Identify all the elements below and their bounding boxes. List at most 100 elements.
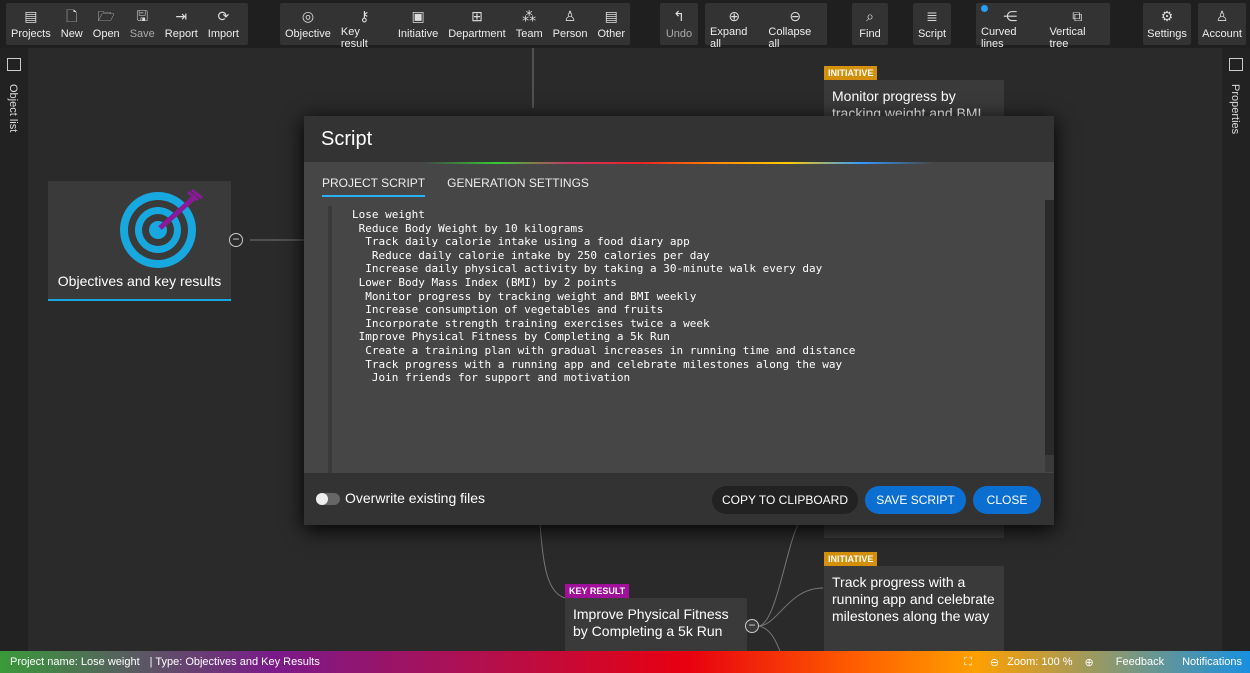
properties-label: Properties [1229,84,1241,135]
key-result-badge: KEY RESULT [565,584,630,598]
script-dialog: Script PROJECT SCRIPT GENERATION SETTING… [304,116,1054,525]
department-button[interactable]: ⊞ Department [443,3,510,45]
import-button[interactable]: ⟳ Import [203,3,244,45]
account-button[interactable]: ♙ Account [1197,3,1247,45]
script-button[interactable]: ≣ Script [913,3,951,45]
toolbar: ▤ Projects 🗋 New 🗁 Open 🖫 Save ⇥ Report ⟳ Impo… [0,0,1250,50]
folder-icon: 🗁 [97,8,115,24]
save-button[interactable]: 🖫 Save [125,3,160,45]
label: Projects [11,28,51,40]
gear-icon: ⚙ [1160,8,1174,24]
projects-icon: ▤ [24,8,38,24]
object-list-panel[interactable]: Object list [0,48,28,651]
create-group: ◎ Objective ⚷ Key result ▣ Initiative ⊞ Depa… [280,3,630,50]
collapse-toggle-icon[interactable]: − [745,619,759,633]
minus-circle-icon: ⊖ [789,8,802,24]
undo-icon: ↰ [673,8,685,24]
root-node[interactable]: Objectives and key results [48,181,231,301]
person-button[interactable]: ♙ Person [548,3,593,45]
save-script-button[interactable]: SAVE SCRIPT [865,486,966,514]
key-result-node[interactable]: Improve Physical Fitness by Completing a… [565,598,747,651]
new-button[interactable]: 🗋 New [56,3,88,45]
target-icon: ◎ [301,8,315,24]
project-name: Project name: Lose weight [10,656,140,668]
zoom-out-icon[interactable]: ⊖ [990,656,999,669]
label: Save [129,28,155,40]
key-result-button[interactable]: ⚷ Key result [336,3,393,50]
open-button[interactable]: 🗁 Open [88,3,125,45]
label: Import [207,28,239,40]
label: Settings [1147,28,1187,40]
status-bar: Project name: Lose weight | Type: Object… [0,651,1250,673]
save-icon: 🖫 [136,8,149,24]
initiative-button[interactable]: ▣ Initiative [393,3,443,45]
new-file-icon: 🗋 [66,8,78,24]
feedback-link[interactable]: Feedback [1116,656,1164,668]
notifications-link[interactable]: Notifications [1182,656,1242,668]
key-icon: ⚷ [359,8,370,24]
tab-generation-settings[interactable]: GENERATION SETTINGS [447,176,589,197]
properties-panel[interactable]: Properties [1222,48,1250,651]
team-icon: ⁂ [522,8,537,24]
close-button[interactable]: CLOSE [973,486,1041,514]
label: Undo [665,28,693,40]
file-group: ▤ Projects 🗋 New 🗁 Open 🖫 Save ⇥ Report ⟳ Impo… [6,3,248,45]
overwrite-toggle[interactable] [316,493,340,505]
initiative-node[interactable]: Track progress with a running app and ce… [824,566,1004,651]
root-title: Objectives and key results [57,273,222,289]
settings-button[interactable]: ⚙ Settings [1142,3,1192,45]
label: Find [859,28,881,40]
initiative-icon: ▣ [411,8,425,24]
settings-group: ⚙ Settings [1143,3,1191,45]
script-textarea[interactable]: Lose weight Reduce Body Weight by 10 kil… [328,206,1043,474]
label: Key result [340,26,368,50]
find-group: ⌕ Find [852,3,888,45]
projects-button[interactable]: ▤ Projects [6,3,56,45]
expand-group: ⊕ Expand all ⊖ Collapse all [705,3,827,50]
find-button[interactable]: ⌕ Find [854,3,885,45]
collapse-toggle-icon[interactable]: − [229,233,243,247]
label: Open [92,28,120,40]
label: Script [917,28,947,40]
target-logo-icon [120,188,203,268]
vertical-tree-button[interactable]: ⧉ Vertical tree [1044,3,1110,50]
node-text: Improve Physical Fitness by Completing a… [573,606,729,639]
label: Objective [285,28,331,40]
search-icon: ⌕ [866,8,874,24]
copy-to-clipboard-button[interactable]: COPY TO CLIPBOARD [712,486,858,514]
share-icon: ⋲ [1003,8,1018,24]
node-text: Track progress with a running app and ce… [832,574,995,624]
object-list-label: Object list [7,84,19,133]
scrollbar[interactable] [1045,200,1054,472]
tab-project-script[interactable]: PROJECT SCRIPT [322,176,426,197]
report-icon: ⇥ [175,8,188,24]
label: Account [1202,28,1242,40]
zoom-in-icon[interactable]: ⊕ [1085,656,1094,669]
report-button[interactable]: ⇥ Report [160,3,203,45]
collapse-all-button[interactable]: ⊖ Collapse all [763,3,827,50]
other-button[interactable]: ▤ Other [592,3,630,45]
tree-icon: ⧉ [1072,8,1083,24]
zoom-level: Zoom: 100 % [1007,656,1073,668]
account-group: ♙ Account [1198,3,1246,45]
dialog-title: Script [304,116,1054,162]
other-icon: ▤ [604,8,618,24]
undo-button[interactable]: ↰ Undo [661,3,697,45]
fullscreen-icon[interactable]: ⛶ [964,656,972,669]
panel-icon [1229,58,1243,71]
objective-button[interactable]: ◎ Objective [280,3,336,45]
label: Department [448,28,506,40]
layout-group: ⋲ Curved lines ⧉ Vertical tree [976,3,1110,50]
project-type: | Type: Objectives and Key Results [149,656,320,668]
label: New [60,28,83,40]
script-group: ≣ Script [913,3,951,45]
label: Expand all [710,26,748,50]
undo-group: ↰ Undo [660,3,698,45]
label: Vertical tree [1049,26,1086,50]
expand-all-button[interactable]: ⊕ Expand all [705,3,763,50]
team-button[interactable]: ⁂ Team [511,3,548,45]
label: Collapse all [768,26,812,50]
label: Curved lines [981,26,1017,50]
label: Other [597,28,625,40]
plus-circle-icon: ⊕ [728,8,741,24]
